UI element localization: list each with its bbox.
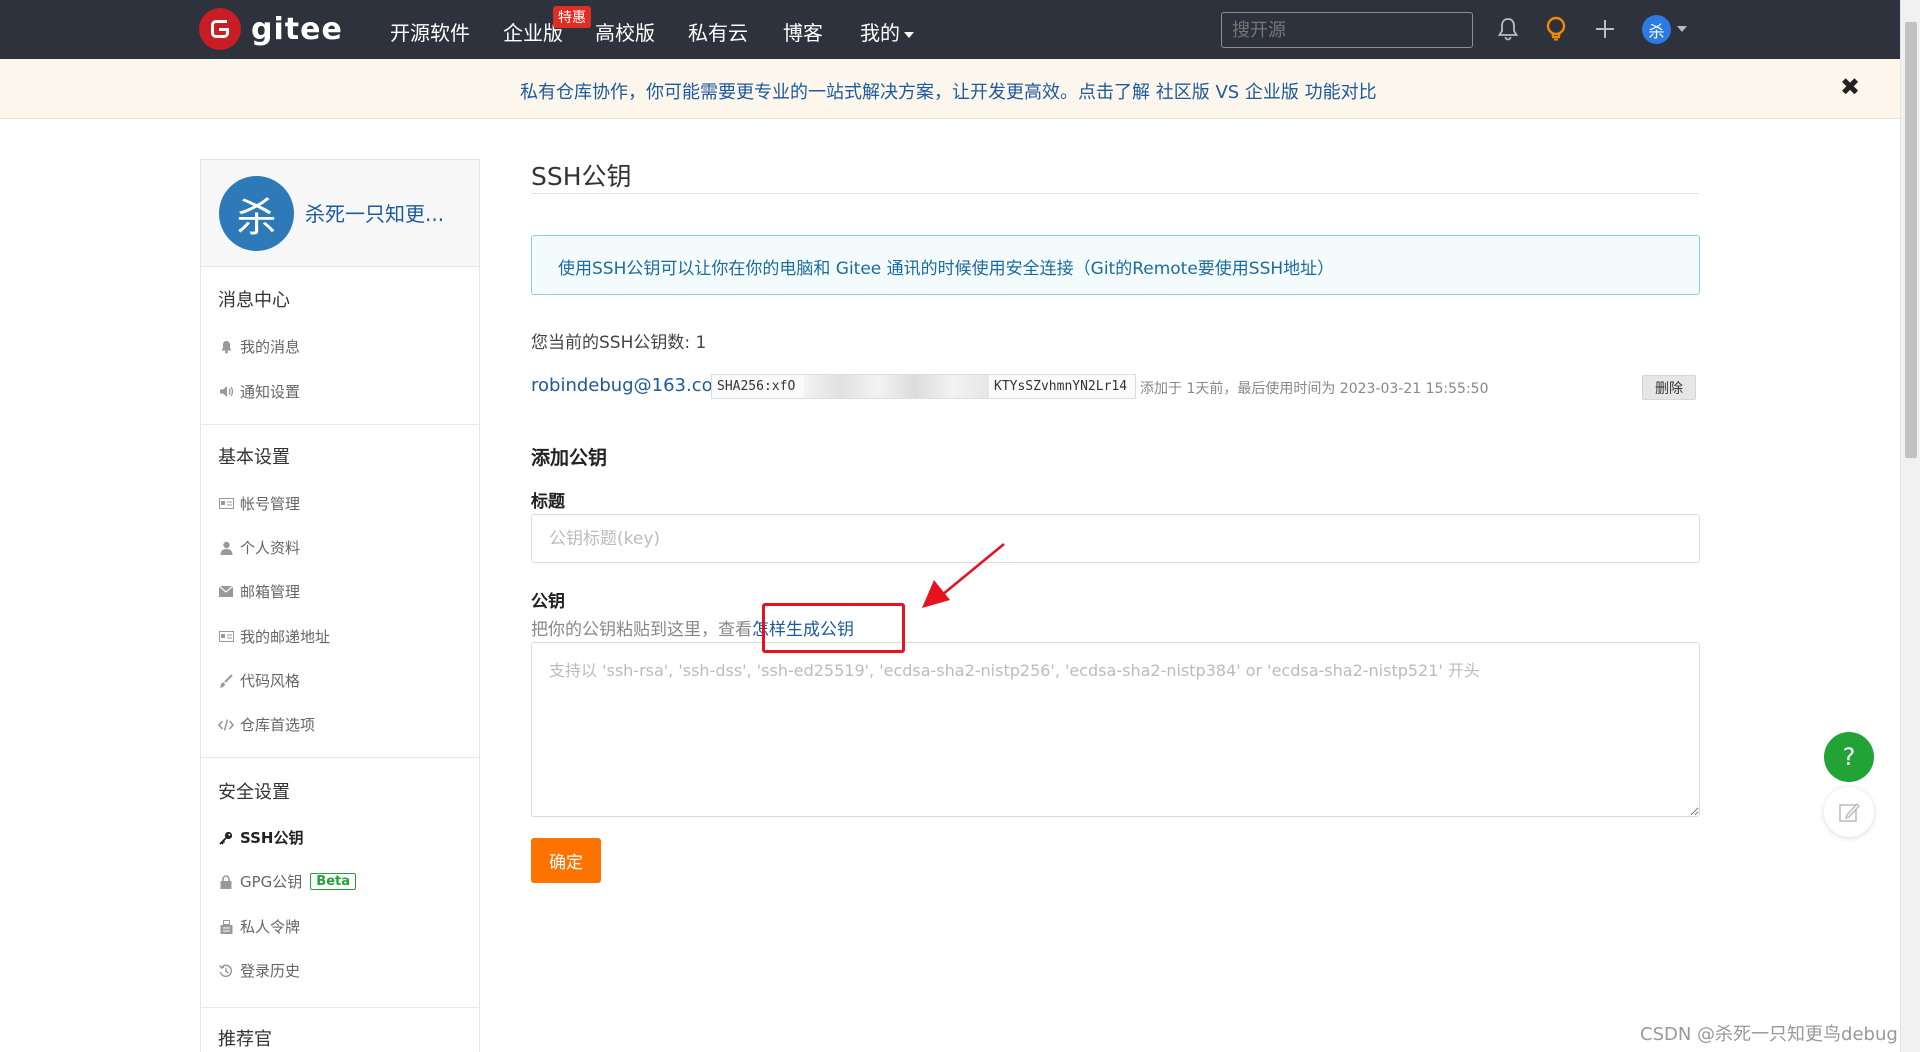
page-scrollbar[interactable] xyxy=(1900,0,1920,1052)
confirm-button[interactable]: 确定 xyxy=(531,838,601,883)
sidebar-item-ssh-keys[interactable]: SSH公钥 xyxy=(218,827,304,848)
sidebar-item-repo-preferences[interactable]: 仓库首选项 xyxy=(218,714,315,735)
sidebar-item-label: 私人令牌 xyxy=(240,918,301,936)
code-icon xyxy=(218,717,234,733)
sidebar-item-notification-settings[interactable]: 通知设置 xyxy=(218,381,300,402)
nav-open-source[interactable]: 开源软件 xyxy=(390,17,470,46)
annotation-arrow-icon xyxy=(922,543,1005,608)
ssh-key-title: robindebug@163.com xyxy=(531,375,731,396)
top-navbar: gitee 开源软件 企业版 特惠 高校版 私有云 博客 我的 杀 xyxy=(0,0,1900,59)
ssh-key-row: robindebug@163.com SHA256:xfO KTYsSZvhmn… xyxy=(531,374,1701,400)
search-input[interactable] xyxy=(1221,12,1473,48)
ssh-key-meta: 添加于 1天前，最后使用时间为 2023-03-21 15:55:50 xyxy=(1140,381,1489,397)
add-key-heading: 添加公钥 xyxy=(531,447,608,469)
sidebar-item-label: 代码风格 xyxy=(240,672,301,690)
hint-text: 把你的公钥粘贴到这里，查看 xyxy=(531,620,752,640)
enterprise-promo-badge: 特惠 xyxy=(553,6,591,28)
nav-private-cloud[interactable]: 私有云 xyxy=(688,17,748,46)
edit-icon xyxy=(1839,802,1860,822)
nav-mine-label: 我的 xyxy=(860,21,900,45)
sidebar-item-profile[interactable]: 个人资料 xyxy=(218,537,300,558)
help-button[interactable]: ? xyxy=(1824,732,1874,782)
sidebar-item-postal-address[interactable]: 我的邮递地址 xyxy=(218,626,330,647)
annotation-highlight-box xyxy=(762,603,905,653)
sidebar-divider xyxy=(201,757,479,758)
logo-text: gitee xyxy=(251,11,343,47)
gitee-logo[interactable]: gitee xyxy=(199,8,343,50)
sidebar-item-label: 帐号管理 xyxy=(240,495,301,513)
token-icon xyxy=(218,919,234,935)
settings-sidebar: 杀 杀死一只知更... 消息中心 我的消息 通知设置 基本设置 帐号管理 个人资… xyxy=(200,159,480,1052)
nav-mine-dropdown[interactable]: 我的 xyxy=(860,17,914,46)
plus-icon[interactable] xyxy=(1590,14,1620,44)
sidebar-item-label: 通知设置 xyxy=(240,383,301,401)
sidebar-divider xyxy=(201,1007,479,1008)
avatar[interactable]: 杀 xyxy=(219,176,294,251)
volume-icon xyxy=(218,384,234,400)
info-alert-text: 使用SSH公钥可以让你在你的电脑和 Gitee 通讯的时候使用安全连接（Git的… xyxy=(558,259,1335,279)
bell-icon xyxy=(218,339,234,355)
sidebar-item-label: 仓库首选项 xyxy=(240,716,316,734)
banner-link[interactable]: 私有仓库协作，你可能需要更专业的一站式解决方案，让开发更高效。点击了解 社区版 … xyxy=(520,78,1377,104)
fingerprint-head: SHA256:xfO xyxy=(717,379,796,394)
sidebar-item-personal-tokens[interactable]: 私人令牌 xyxy=(218,916,300,937)
sidebar-item-my-messages[interactable]: 我的消息 xyxy=(218,336,300,357)
sidebar-group-basic: 基本设置 xyxy=(218,447,290,468)
scrollbar-thumb[interactable] xyxy=(1905,22,1917,458)
id-card-icon xyxy=(218,496,234,512)
sidebar-item-label: GPG公钥 xyxy=(240,873,303,891)
profile-username[interactable]: 杀死一只知更... xyxy=(305,198,444,227)
nav-university[interactable]: 高校版 xyxy=(595,17,655,46)
promo-banner: 私有仓库协作，你可能需要更专业的一站式解决方案，让开发更高效。点击了解 社区版 … xyxy=(0,59,1900,119)
page-title: SSH公钥 xyxy=(531,162,632,191)
sidebar-divider xyxy=(201,424,479,425)
sidebar-item-label: 我的邮递地址 xyxy=(240,628,331,646)
redaction-mask xyxy=(804,375,989,398)
address-card-icon xyxy=(218,629,234,645)
sidebar-item-email[interactable]: 邮箱管理 xyxy=(218,581,300,602)
envelope-icon xyxy=(218,584,234,600)
history-icon xyxy=(218,963,234,979)
key-field-label: 公钥 xyxy=(531,592,565,612)
sidebar-item-label: 登录历史 xyxy=(240,962,301,980)
sidebar-item-label: 邮箱管理 xyxy=(240,583,301,601)
gitee-logo-icon xyxy=(199,8,241,50)
sidebar-item-label: SSH公钥 xyxy=(240,829,304,847)
delete-key-button[interactable]: 删除 xyxy=(1642,375,1696,400)
sidebar-group-referrer: 推荐官 xyxy=(218,1029,272,1050)
key-icon xyxy=(218,830,234,846)
sidebar-item-login-history[interactable]: 登录历史 xyxy=(218,960,300,981)
title-divider xyxy=(531,193,1699,194)
profile-card: 杀 杀死一只知更... xyxy=(201,160,479,267)
lock-icon xyxy=(218,874,234,890)
feedback-button[interactable] xyxy=(1824,787,1874,837)
user-icon xyxy=(218,540,234,556)
ssh-key-fingerprint: SHA256:xfO KTYsSZvhmnYN2Lr14 xyxy=(711,374,1136,399)
sidebar-item-code-style[interactable]: 代码风格 xyxy=(218,670,300,691)
beta-badge: Beta xyxy=(310,873,357,890)
sidebar-item-label: 个人资料 xyxy=(240,539,301,557)
watermark: CSDN @杀死一只知更鸟debug xyxy=(1640,1024,1898,1045)
key-title-input[interactable] xyxy=(531,514,1700,563)
chevron-down-icon[interactable] xyxy=(1677,26,1687,32)
public-key-textarea[interactable] xyxy=(531,642,1700,817)
sidebar-item-gpg-keys[interactable]: GPG公钥 Beta xyxy=(218,871,357,892)
bell-icon[interactable] xyxy=(1493,14,1523,44)
nav-blog[interactable]: 博客 xyxy=(783,17,823,46)
user-avatar-menu[interactable]: 杀 xyxy=(1642,15,1671,44)
close-icon[interactable]: ✖ xyxy=(1840,73,1860,101)
sidebar-item-account[interactable]: 帐号管理 xyxy=(218,493,300,514)
lightbulb-icon[interactable] xyxy=(1541,14,1571,44)
brush-icon xyxy=(218,673,234,689)
sidebar-group-messages: 消息中心 xyxy=(218,290,290,311)
chevron-down-icon xyxy=(904,31,914,38)
title-field-label: 标题 xyxy=(531,492,565,512)
info-alert: 使用SSH公钥可以让你在你的电脑和 Gitee 通讯的时候使用安全连接（Git的… xyxy=(531,235,1700,295)
sidebar-group-security: 安全设置 xyxy=(218,782,290,803)
ssh-key-count: 您当前的SSH公钥数: 1 xyxy=(531,333,707,353)
fingerprint-tail: KTYsSZvhmnYN2Lr14 xyxy=(994,379,1128,394)
sidebar-item-label: 我的消息 xyxy=(240,338,301,356)
